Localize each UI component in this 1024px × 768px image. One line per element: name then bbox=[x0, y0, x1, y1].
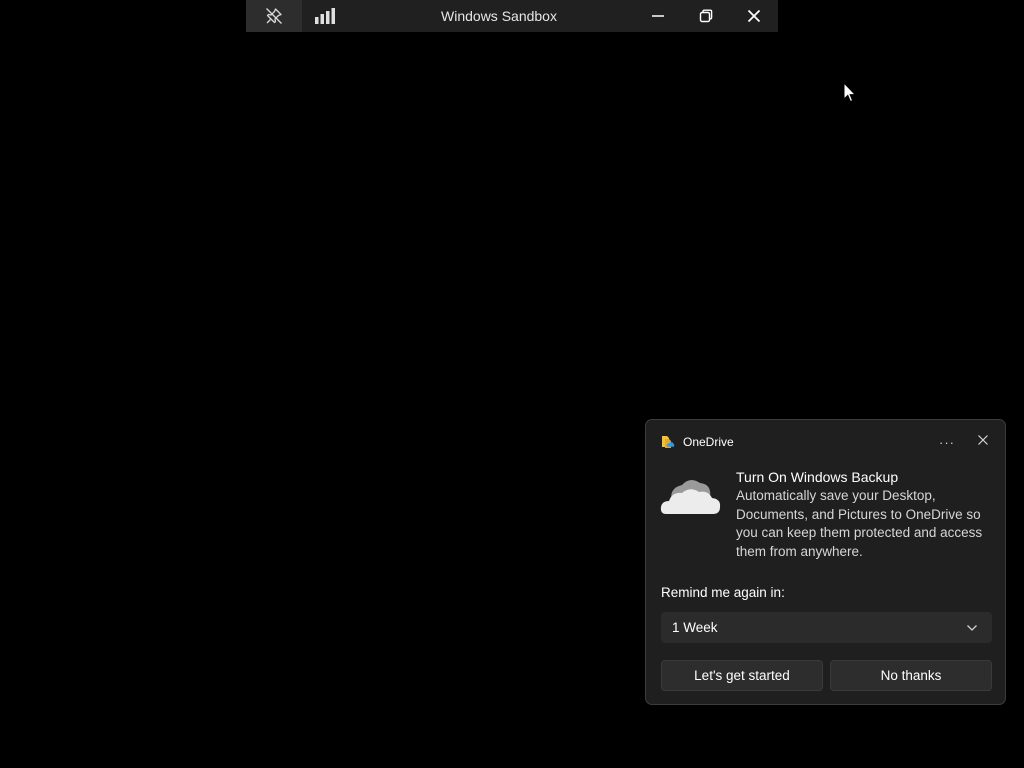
chevron-down-icon bbox=[966, 619, 978, 637]
onedrive-app-icon bbox=[661, 435, 675, 449]
toast-title: Turn On Windows Backup bbox=[736, 469, 899, 485]
sandbox-connection-bar: Windows Sandbox bbox=[246, 0, 778, 32]
toast-close-button[interactable] bbox=[973, 432, 993, 452]
onedrive-notification-toast[interactable]: OneDrive ··· Turn On Windows Backup Auto… bbox=[645, 419, 1006, 705]
minimize-icon bbox=[651, 9, 665, 23]
toast-description: Automatically save your Desktop, Documen… bbox=[736, 488, 983, 559]
unpin-button[interactable] bbox=[246, 0, 302, 32]
close-icon bbox=[747, 9, 761, 23]
more-options-icon: ··· bbox=[939, 434, 955, 450]
close-button[interactable] bbox=[730, 0, 778, 32]
toast-header: OneDrive ··· bbox=[661, 433, 993, 451]
no-thanks-button[interactable]: No thanks bbox=[830, 660, 992, 691]
toast-body: Turn On Windows Backup Automatically sav… bbox=[660, 468, 993, 561]
restore-button[interactable] bbox=[682, 0, 730, 32]
unpin-icon bbox=[265, 7, 283, 25]
toast-app-name: OneDrive bbox=[683, 435, 734, 449]
remind-label: Remind me again in: bbox=[661, 585, 785, 600]
minimize-button[interactable] bbox=[634, 0, 682, 32]
more-options-button[interactable]: ··· bbox=[933, 432, 961, 452]
remind-interval-dropdown[interactable]: 1 Week bbox=[661, 612, 992, 643]
restore-icon bbox=[699, 9, 713, 23]
close-icon bbox=[977, 433, 989, 451]
connection-bars-icon bbox=[314, 7, 338, 25]
window-title: Windows Sandbox bbox=[441, 8, 557, 24]
mouse-cursor-icon bbox=[843, 81, 857, 104]
toast-actions: Let's get started No thanks bbox=[661, 660, 992, 691]
sandbox-desktop: Windows Sandbox OneDrive ··· Turn On Win… bbox=[0, 0, 1024, 768]
remind-interval-value: 1 Week bbox=[672, 620, 718, 635]
lets-get-started-button[interactable]: Let's get started bbox=[661, 660, 823, 691]
connection-quality-button[interactable] bbox=[302, 0, 350, 32]
onedrive-cloud-icon bbox=[660, 476, 722, 520]
